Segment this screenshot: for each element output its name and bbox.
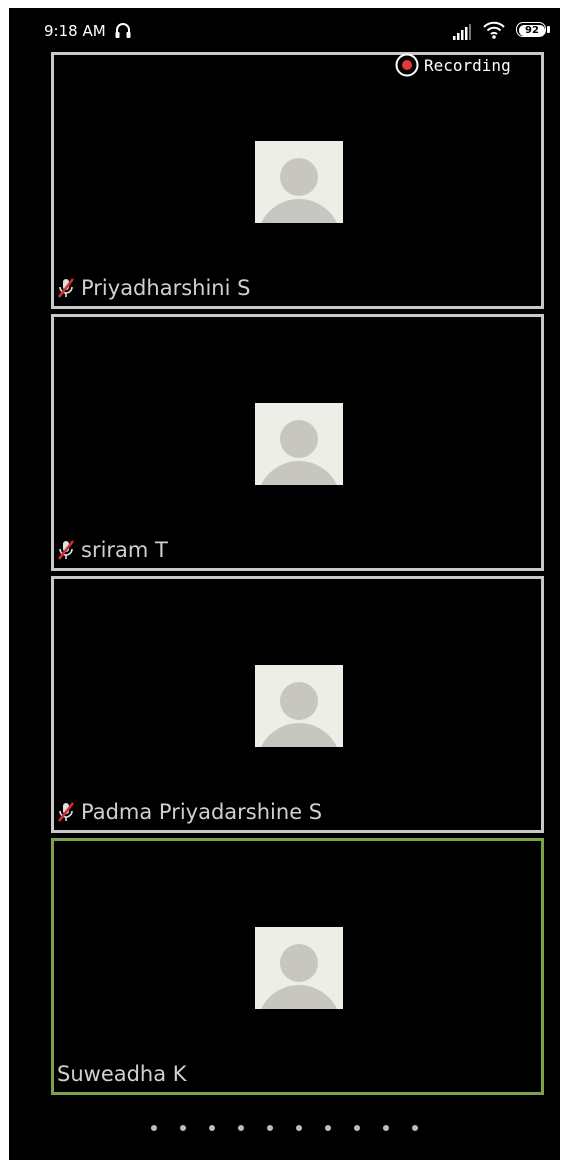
avatar [255, 927, 343, 1009]
participant-name: Priyadharshini S [81, 276, 251, 300]
headphone-icon [115, 23, 131, 38]
battery-level: 92 [525, 25, 539, 36]
participant-name: sriram T [81, 538, 168, 562]
page-dot[interactable] [238, 1125, 244, 1131]
page-dot[interactable] [296, 1125, 302, 1131]
page-dot[interactable] [180, 1125, 186, 1131]
participant-label: Priyadharshini S [57, 274, 250, 302]
participant-name: Padma Priyadarshine S [81, 800, 323, 824]
status-bar: 9:18 AM 92 [9, 8, 560, 48]
page-dot[interactable] [412, 1125, 418, 1131]
page-indicator[interactable] [9, 1125, 560, 1137]
recording-label: Recording [424, 55, 511, 75]
participant-tile[interactable]: Priyadharshini S [51, 52, 544, 309]
status-time: 9:18 AM [44, 22, 106, 40]
battery-icon: 92 [516, 22, 550, 37]
page-dot[interactable] [354, 1125, 360, 1131]
avatar [255, 403, 343, 485]
page-dot[interactable] [325, 1125, 331, 1131]
page-dot[interactable] [151, 1125, 157, 1131]
participant-tile[interactable]: sriram T [51, 314, 544, 571]
recording-indicator: Recording [395, 53, 511, 77]
mic-muted-icon [57, 802, 75, 822]
page-dot[interactable] [383, 1125, 389, 1131]
page-dot[interactable] [209, 1125, 215, 1131]
mic-muted-icon [57, 278, 75, 298]
avatar [255, 141, 343, 223]
participant-label: Suweadha K [57, 1060, 187, 1088]
participant-name: Suweadha K [57, 1062, 187, 1086]
signal-icon [453, 24, 471, 40]
meeting-screen: 9:18 AM 92 Priyadharshini S Recording sr… [9, 8, 560, 1160]
wifi-icon [483, 21, 505, 39]
record-icon [395, 53, 419, 77]
page-dot[interactable] [267, 1125, 273, 1131]
participant-tile-active-speaker[interactable]: Suweadha K [51, 838, 544, 1095]
participant-label: Padma Priyadarshine S [57, 798, 322, 826]
mic-muted-icon [57, 540, 75, 560]
avatar [255, 665, 343, 747]
participant-label: sriram T [57, 536, 168, 564]
participant-tile[interactable]: Padma Priyadarshine S [51, 576, 544, 833]
